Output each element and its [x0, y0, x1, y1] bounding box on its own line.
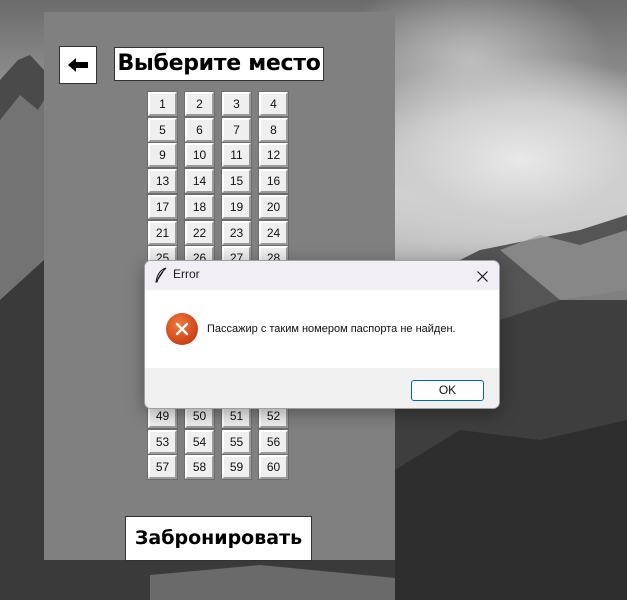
seat-button[interactable]: 12 [258, 142, 289, 168]
seat-button[interactable]: 14 [184, 168, 215, 194]
seat-button[interactable]: 58 [184, 454, 215, 480]
error-icon [166, 313, 198, 345]
arrow-left-icon [68, 58, 88, 72]
seat-button[interactable]: 23 [221, 220, 252, 246]
seat-button[interactable]: 7 [221, 117, 252, 143]
seat-button[interactable]: 54 [184, 429, 215, 455]
error-message: Пассажир с таким номером паспорта не най… [207, 323, 456, 335]
seat-button[interactable]: 55 [221, 429, 252, 455]
seat-button[interactable]: 18 [184, 194, 215, 220]
seat-button[interactable]: 16 [258, 168, 289, 194]
seat-button[interactable]: 9 [147, 142, 178, 168]
seat-button[interactable]: 17 [147, 194, 178, 220]
seat-button[interactable]: 11 [221, 142, 252, 168]
seat-button[interactable]: 60 [258, 454, 289, 480]
seat-button[interactable]: 57 [147, 454, 178, 480]
page-title: Выберите место [114, 47, 324, 81]
seat-button[interactable]: 19 [221, 194, 252, 220]
seat-button[interactable]: 15 [221, 168, 252, 194]
seat-button[interactable]: 13 [147, 168, 178, 194]
close-button[interactable] [471, 265, 493, 287]
seat-button[interactable]: 1 [147, 91, 178, 117]
seat-button[interactable]: 6 [184, 117, 215, 143]
ok-button[interactable]: OK [411, 380, 484, 401]
feather-icon [155, 267, 167, 283]
seat-button[interactable]: 24 [258, 220, 289, 246]
dialog-titlebar: Error [145, 261, 499, 290]
seat-button[interactable]: 2 [184, 91, 215, 117]
seat-button[interactable]: 59 [221, 454, 252, 480]
seat-button[interactable]: 10 [184, 142, 215, 168]
seat-button[interactable]: 53 [147, 429, 178, 455]
seat-button[interactable]: 56 [258, 429, 289, 455]
seat-button[interactable]: 5 [147, 117, 178, 143]
seat-button[interactable]: 21 [147, 220, 178, 246]
dialog-body: Пассажир с таким номером паспорта не най… [145, 290, 499, 368]
dialog-footer: OK [145, 368, 499, 408]
close-icon [476, 270, 488, 282]
seat-button[interactable]: 3 [221, 91, 252, 117]
book-button[interactable]: Забронировать [125, 516, 312, 561]
dialog-title: Error [173, 267, 200, 281]
error-dialog: Error Пассажир с таким номером паспорта … [144, 260, 500, 409]
seat-button[interactable]: 4 [258, 91, 289, 117]
seat-button[interactable]: 22 [184, 220, 215, 246]
back-button[interactable] [59, 46, 97, 84]
seat-button[interactable]: 8 [258, 117, 289, 143]
seat-button[interactable]: 20 [258, 194, 289, 220]
